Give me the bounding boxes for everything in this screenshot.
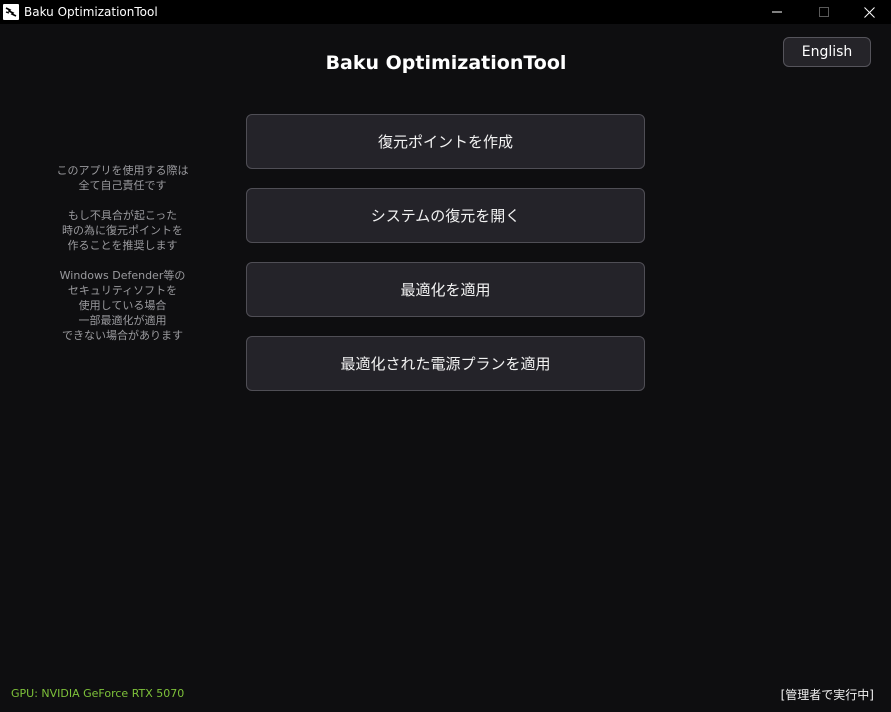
- note-line: 使用している場合: [78, 299, 167, 312]
- app-icon: [3, 4, 19, 20]
- maximize-button[interactable]: [801, 0, 847, 24]
- minimize-button[interactable]: [754, 0, 800, 24]
- note-line: 作ることを推奨します: [67, 239, 178, 252]
- apply-optimization-button[interactable]: 最適化を適用: [246, 262, 645, 317]
- app-window: Baku OptimizationTool English Baku Optim…: [0, 0, 891, 712]
- language-button[interactable]: English: [783, 37, 871, 67]
- admin-status: [管理者で実行中]: [780, 688, 874, 702]
- note-gap: [40, 193, 205, 208]
- disclaimer-note: このアプリを使用する際は 全て自己責任です もし不具合が起こった 時の為に復元ポ…: [40, 163, 205, 343]
- open-system-restore-button[interactable]: システムの復元を開く: [246, 188, 645, 243]
- apply-power-plan-button[interactable]: 最適化された電源プランを適用: [246, 336, 645, 391]
- minimize-icon: [772, 11, 782, 13]
- page-title: Baku OptimizationTool: [325, 52, 567, 74]
- close-button[interactable]: [846, 0, 891, 24]
- note-line: このアプリを使用する際は: [56, 164, 189, 177]
- create-restore-point-button[interactable]: 復元ポイントを作成: [246, 114, 645, 169]
- title-bar[interactable]: Baku OptimizationTool: [0, 0, 891, 24]
- note-line: もし不具合が起こった: [67, 209, 178, 222]
- note-line: 全て自己責任です: [78, 179, 167, 192]
- note-line: 一部最適化が適用: [78, 314, 167, 327]
- note-line: セキュリティソフトを: [67, 284, 178, 297]
- note-line: 時の為に復元ポイントを: [62, 224, 183, 237]
- maximize-icon: [819, 7, 829, 17]
- close-icon: [863, 6, 875, 18]
- note-line: できない場合があります: [62, 329, 183, 342]
- gpu-info: GPU: NVIDIA GeForce RTX 5070: [11, 687, 185, 700]
- note-gap: [40, 253, 205, 268]
- note-line: Windows Defender等の: [59, 269, 186, 282]
- window-title: Baku OptimizationTool: [24, 5, 158, 19]
